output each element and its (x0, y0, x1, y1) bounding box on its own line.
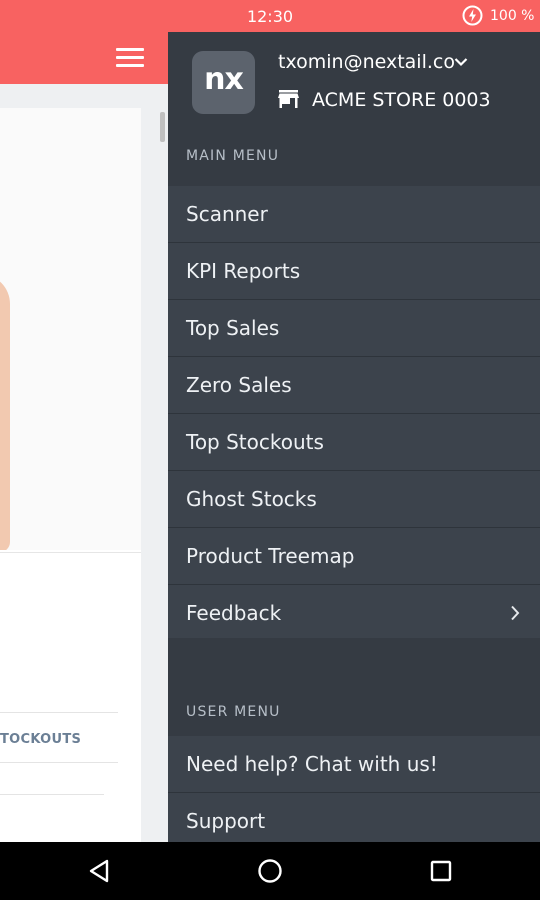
divider (0, 552, 141, 553)
menu-item-label: Zero Sales (186, 373, 292, 397)
menu-item-kpi-reports[interactable]: KPI Reports (168, 243, 540, 300)
product-figure (0, 274, 10, 550)
menu-item-ghost-stocks[interactable]: Ghost Stocks (168, 471, 540, 528)
nextail-logo: nx (192, 51, 255, 114)
navigation-drawer: nx txomin@nextail.co ACME STORE 0003 MAI… (168, 32, 540, 842)
menu-item-label: KPI Reports (186, 259, 301, 283)
menu-item-label: Product Treemap (186, 544, 355, 568)
user-menu-title: USER MENU (186, 704, 281, 720)
menu-item-label: Need help? Chat with us! (186, 752, 438, 776)
status-time: 12:30 (246, 7, 294, 26)
divider (0, 762, 118, 763)
menu-item-label: Ghost Stocks (186, 487, 317, 511)
menu-item-label: Support (186, 809, 266, 833)
menu-item-feedback[interactable]: Feedback (168, 585, 540, 642)
menu-item-label: Top Sales (186, 316, 280, 340)
home-circle-icon[interactable] (257, 858, 283, 884)
user-menu: Need help? Chat with us! Support (168, 736, 540, 842)
divider (0, 712, 118, 713)
menu-item-zero-sales[interactable]: Zero Sales (168, 357, 540, 414)
scrollbar[interactable] (160, 112, 165, 142)
chevron-down-icon[interactable] (454, 57, 468, 67)
back-triangle-icon[interactable] (88, 859, 110, 883)
recent-apps-square-icon[interactable] (430, 860, 452, 882)
main-menu-title: MAIN MENU (186, 148, 280, 164)
chevron-right-icon (511, 605, 520, 621)
product-image (0, 108, 141, 550)
store-icon (278, 90, 299, 108)
logo-text: nx (204, 62, 244, 97)
background-content: TOCKOUTS (0, 84, 168, 842)
menu-item-chat-help[interactable]: Need help? Chat with us! (168, 736, 540, 793)
battery-level: 100 % (490, 8, 535, 24)
tab-stockouts[interactable]: TOCKOUTS (0, 732, 81, 747)
menu-item-label: Feedback (186, 601, 282, 625)
menu-item-scanner[interactable]: Scanner (168, 186, 540, 243)
menu-item-product-treemap[interactable]: Product Treemap (168, 528, 540, 585)
menu-item-label: Scanner (186, 202, 268, 226)
menu-item-top-stockouts[interactable]: Top Stockouts (168, 414, 540, 471)
status-bar: 12:30 100 % (0, 0, 540, 32)
menu-item-support[interactable]: Support (168, 793, 540, 842)
menu-section-gap: USER MENU (168, 638, 540, 736)
user-email[interactable]: txomin@nextail.co (278, 51, 455, 73)
store-name: ACME STORE 0003 (312, 89, 491, 111)
battery-charging-icon (462, 5, 483, 26)
app-header (0, 32, 168, 84)
menu-item-top-sales[interactable]: Top Sales (168, 300, 540, 357)
drawer-header: nx txomin@nextail.co ACME STORE 0003 MAI… (168, 32, 540, 186)
menu-item-label: Top Stockouts (186, 430, 324, 454)
main-menu: Scanner KPI Reports Top Sales Zero Sales… (168, 186, 540, 642)
divider (0, 794, 104, 795)
product-card: TOCKOUTS (0, 108, 141, 842)
navigation-bar (0, 842, 540, 900)
hamburger-menu-icon[interactable] (116, 48, 144, 70)
